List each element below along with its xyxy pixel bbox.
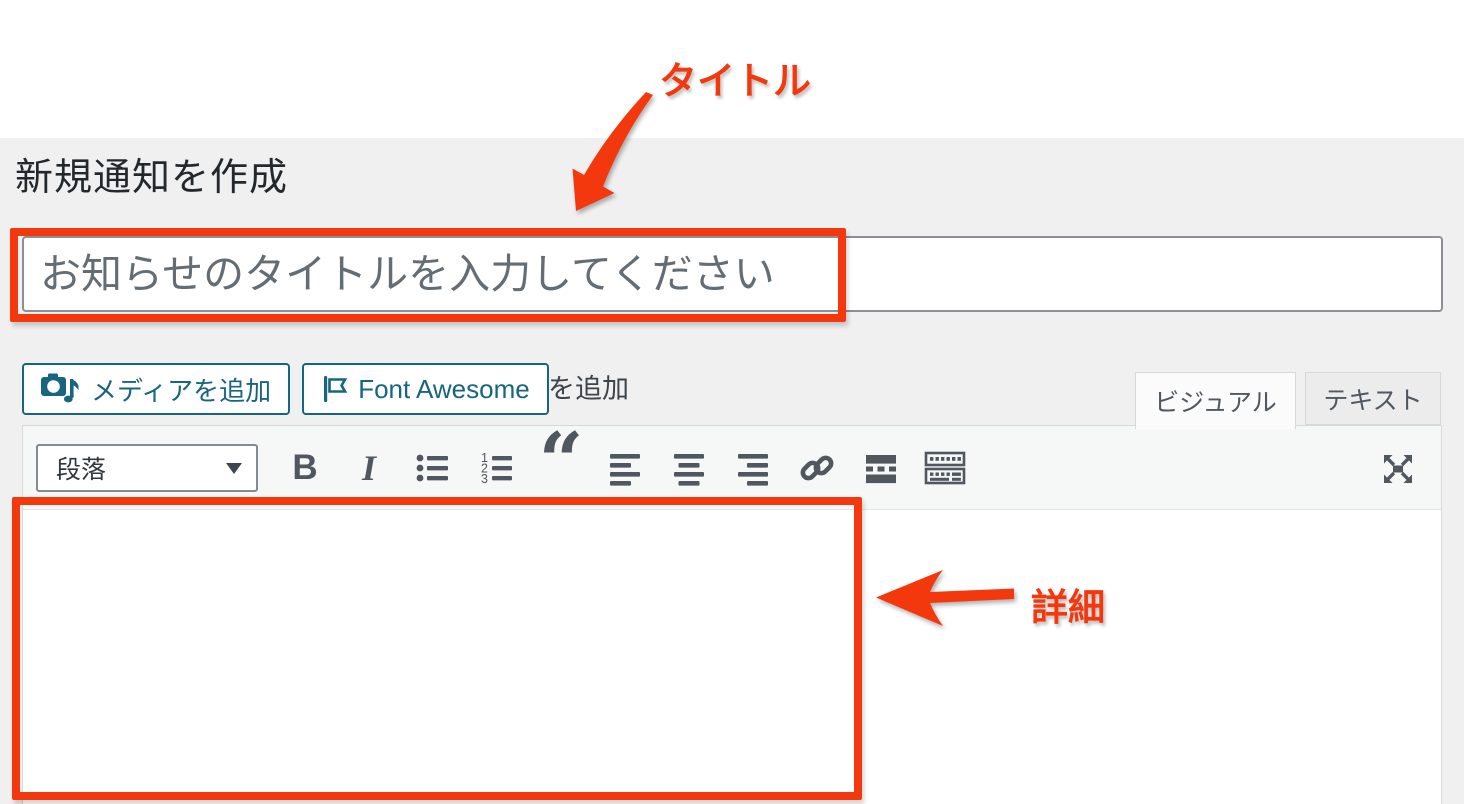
blockquote-button[interactable]: “ (529, 444, 593, 492)
bullet-list-icon (415, 450, 451, 486)
toolbar-buttons: B I 1 2 3 (273, 444, 977, 492)
suffix-text: を追加 (548, 367, 629, 406)
paragraph-format-dropdown[interactable]: 段落 (36, 444, 258, 492)
editor-content-area[interactable] (23, 510, 1441, 804)
expand-arrows-icon (1381, 452, 1415, 486)
italic-icon: I (362, 447, 376, 489)
editor-wrapper: 段落 B I 1 (22, 425, 1442, 804)
paragraph-dropdown-value: 段落 (56, 450, 106, 486)
align-center-icon (671, 450, 707, 486)
font-awesome-button[interactable]: Font Awesome (302, 363, 549, 415)
camera-music-note-icon (41, 373, 81, 406)
editor-toolbar: 段落 B I 1 (23, 426, 1441, 510)
media-buttons-row: メディアを追加 Font Awesome (22, 363, 549, 415)
keyboard-toolbar-toggle-icon (924, 450, 966, 486)
numbered-list-icon: 1 2 3 (479, 450, 515, 486)
align-right-button[interactable] (721, 444, 785, 492)
bold-button[interactable]: B (273, 444, 337, 492)
read-more-divider-icon (863, 450, 899, 486)
page-title: 新規通知を作成 (15, 146, 288, 201)
triangle-down-icon (226, 463, 242, 474)
flag-icon (321, 374, 348, 404)
fullscreen-button[interactable] (1381, 452, 1415, 486)
toolbar-toggle-button[interactable] (913, 444, 977, 492)
tab-visual[interactable]: ビジュアル (1135, 372, 1296, 429)
font-awesome-label: Font Awesome (358, 374, 530, 405)
tab-text[interactable]: テキスト (1305, 372, 1441, 425)
align-left-icon (607, 450, 643, 486)
notification-title-input[interactable] (22, 236, 1443, 312)
link-button[interactable] (785, 444, 849, 492)
add-media-label: メディアを追加 (91, 371, 271, 408)
bold-icon: B (292, 448, 317, 488)
blockquote-icon: “ (539, 462, 584, 480)
more-tag-button[interactable] (849, 444, 913, 492)
bulleted-list-button[interactable] (401, 444, 465, 492)
chain-link-icon (798, 449, 836, 487)
annotation-title-label: タイトル (659, 50, 811, 105)
numbered-list-button[interactable]: 1 2 3 (465, 444, 529, 492)
italic-button[interactable]: I (337, 444, 401, 492)
add-media-button[interactable]: メディアを追加 (22, 363, 290, 415)
align-right-icon (735, 450, 771, 486)
align-left-button[interactable] (593, 444, 657, 492)
svg-text:3: 3 (481, 472, 488, 486)
align-center-button[interactable] (657, 444, 721, 492)
